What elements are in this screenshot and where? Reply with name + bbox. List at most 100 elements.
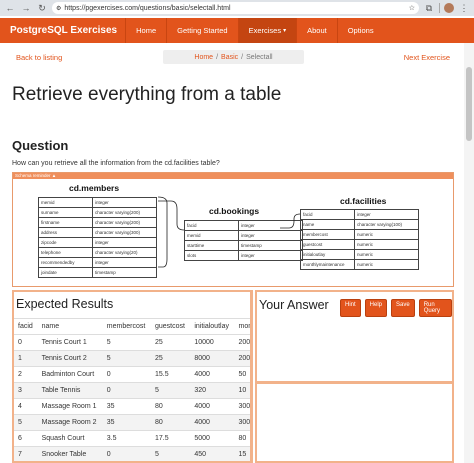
table-row: 4 Massage Room 1 35 80 4000 3000: [14, 398, 250, 415]
table-cell: 10: [234, 382, 250, 399]
breadcrumb: Home / Basic / Selectall: [163, 50, 304, 64]
results-column-header: facid: [14, 318, 38, 335]
table-cell: Table Tennis: [37, 382, 103, 399]
expected-results-table: facid name membercost guestcost initialoutla…: [14, 318, 250, 461]
nav-exercises[interactable]: Exercises ▾: [237, 18, 297, 43]
table-cell: 3000: [234, 414, 250, 431]
table-cell: 35: [102, 414, 151, 431]
table-cell: 4000: [190, 398, 235, 415]
table-cell: Snooker Table: [37, 446, 103, 461]
results-header-row: facid name membercost guestcost initialoutla…: [14, 318, 250, 335]
breadcrumb-separator: /: [241, 53, 244, 61]
save-button[interactable]: Save: [391, 299, 415, 317]
relation-recommendedby: [157, 196, 168, 268]
nav-about[interactable]: About: [296, 18, 337, 43]
help-button[interactable]: Help: [364, 299, 388, 317]
table-row: 0 Tennis Court 1 5 25 10000 200: [14, 334, 250, 351]
expected-results-heading: Expected Results: [16, 297, 114, 311]
table-cell: 0: [102, 382, 151, 399]
page-scrollbar[interactable]: [464, 43, 474, 463]
table-cell: 25: [150, 350, 191, 367]
table-cell: 0: [102, 446, 151, 461]
table-cell: Squash Court: [37, 430, 103, 447]
results-column-header: monthlymain: [234, 318, 250, 335]
table-cell: 0: [102, 366, 151, 383]
table-cell: Massage Room 2: [37, 414, 103, 431]
hint-button[interactable]: Hint: [340, 299, 361, 317]
table-cell: 4000: [190, 414, 235, 431]
table-cell: 5: [102, 334, 151, 351]
breadcrumb-home[interactable]: Home: [194, 54, 213, 61]
scrollbar-thumb[interactable]: [466, 67, 472, 141]
address-bar[interactable]: ⚙ https://pgexercises.com/questions/basi…: [52, 2, 419, 14]
breadcrumb-current: Selectall: [246, 53, 273, 61]
table-cell: 0: [14, 334, 38, 351]
table-cell: Tennis Court 2: [37, 350, 103, 367]
table-cell: 8000: [190, 350, 235, 367]
back-arrow-icon[interactable]: ←: [4, 2, 16, 14]
table-cell: Tennis Court 1: [37, 334, 103, 351]
site-info-icon[interactable]: ⚙: [56, 5, 61, 12]
table-cell: 7: [14, 446, 38, 461]
table-cell: 450: [190, 446, 235, 461]
table-row: 2 Badminton Court 0 15.5 4000 50: [14, 366, 250, 383]
bookmark-star-icon[interactable]: ☆: [409, 4, 415, 12]
back-to-listing-link[interactable]: Back to listing: [16, 53, 62, 62]
results-column-header: membercost: [102, 318, 151, 335]
your-answer-heading: Your Answer: [259, 298, 329, 312]
top-links-row: Back to listing Home / Basic / Selectall…: [0, 50, 462, 64]
site-navbar: PostgreSQL Exercises Home Getting Starte…: [0, 18, 474, 43]
table-cell: 5000: [190, 430, 235, 447]
table-cell: 5: [102, 350, 151, 367]
table-row: 3 Table Tennis 0 5 320 10: [14, 382, 250, 399]
next-exercise-link[interactable]: Next Exercise: [404, 53, 450, 62]
table-cell: 17.5: [150, 430, 191, 447]
answer-toolbar: Hint Help Save Run Query: [340, 299, 452, 317]
forward-arrow-icon[interactable]: →: [20, 2, 32, 14]
table-cell: 200: [234, 350, 250, 367]
table-row: 1 Tennis Court 2 5 25 8000 200: [14, 350, 250, 367]
results-column-header: initialoutlay: [190, 318, 235, 335]
table-cell: 10000: [190, 334, 235, 351]
breadcrumb-separator: /: [216, 53, 219, 61]
nav-getting-started[interactable]: Getting Started: [166, 18, 237, 43]
breadcrumb-basic[interactable]: Basic: [221, 54, 238, 61]
nav-home[interactable]: Home: [125, 18, 166, 43]
table-cell: 35: [102, 398, 151, 415]
brand-logo[interactable]: PostgreSQL Exercises: [10, 18, 117, 43]
toolbar-divider: [439, 3, 440, 13]
table-cell: 3000: [234, 398, 250, 415]
table-cell: 4000: [190, 366, 235, 383]
schema-reminder: Schema reminder ▲ cd.members memid intege…: [12, 172, 454, 287]
browser-toolbar: ← → ↻ ⚙ https://pgexercises.com/question…: [0, 0, 474, 16]
table-cell: Badminton Court: [37, 366, 103, 383]
nav-options[interactable]: Options: [336, 18, 384, 43]
table-cell: 200: [234, 334, 250, 351]
table-cell: 80: [150, 414, 191, 431]
table-cell: 15.5: [150, 366, 191, 383]
browser-menu-icon[interactable]: ⋮: [458, 2, 470, 14]
table-row: 5 Massage Room 2 35 80 4000 3000: [14, 414, 250, 431]
answer-editor-divider[interactable]: [257, 381, 452, 384]
table-cell: 80: [150, 398, 191, 415]
profile-avatar[interactable]: [444, 3, 454, 13]
results-column-header: name: [37, 318, 103, 335]
caret-down-icon: ▾: [283, 28, 287, 34]
run-query-button[interactable]: Run Query: [418, 299, 452, 317]
table-cell: 25: [150, 334, 191, 351]
results-column-header: guestcost: [150, 318, 191, 335]
table-cell: 5: [150, 446, 191, 461]
table-cell: 2: [14, 366, 38, 383]
schema-relations: [157, 196, 301, 268]
table-cell: 15: [234, 446, 250, 461]
table-row: 6 Squash Court 3.5 17.5 5000 80: [14, 430, 250, 447]
expected-results-panel: Expected Results facid name membercost gues…: [12, 290, 253, 463]
table-cell: 80: [234, 430, 250, 447]
extensions-icon[interactable]: ⧉: [423, 2, 435, 14]
results-body: 0 Tennis Court 1 5 25 10000 200 1 Tennis Court …: [14, 334, 250, 461]
table-cell: 4: [14, 398, 38, 415]
relation-members-bookings: [158, 200, 185, 231]
reload-icon[interactable]: ↻: [36, 2, 48, 14]
page-title: Retrieve everything from a table: [12, 84, 282, 105]
relation-bookings-facilities: [280, 213, 301, 229]
